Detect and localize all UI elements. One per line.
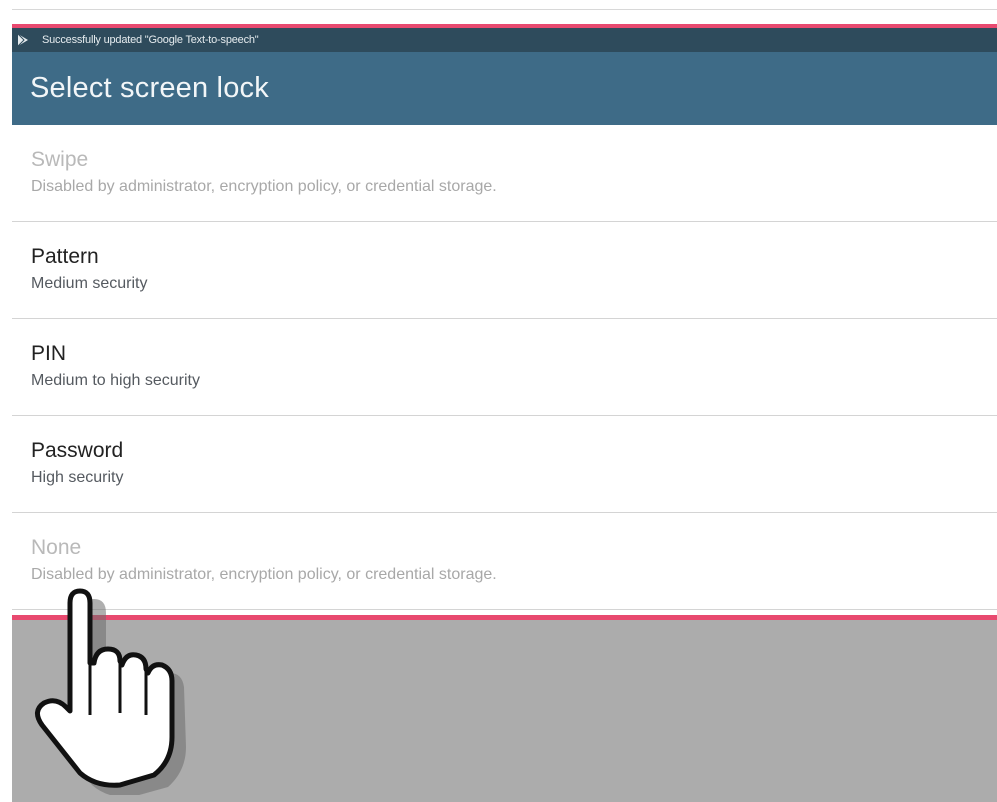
- option-swipe[interactable]: Swipe Disabled by administrator, encrypt…: [12, 125, 997, 222]
- option-title: Password: [31, 439, 124, 462]
- hand-pointer-icon: [22, 585, 187, 798]
- option-summary: Medium to high security: [31, 372, 200, 389]
- option-summary: Disabled by administrator, encryption po…: [31, 178, 497, 195]
- option-summary: High security: [31, 469, 124, 486]
- status-bar: Successfully updated "Google Text-to-spe…: [12, 28, 997, 52]
- option-summary: Disabled by administrator, encryption po…: [31, 566, 497, 583]
- option-summary: Medium security: [31, 275, 148, 292]
- option-pattern[interactable]: Pattern Medium security: [12, 222, 997, 319]
- option-title: Swipe: [31, 148, 89, 171]
- option-title: None: [31, 536, 82, 559]
- option-title: PIN: [31, 342, 67, 365]
- play-store-icon: [16, 33, 30, 47]
- top-strip: [12, 0, 997, 26]
- action-bar: Select screen lock: [12, 52, 997, 125]
- screen-lock-options-list: Swipe Disabled by administrator, encrypt…: [12, 125, 997, 610]
- page-title: Select screen lock: [30, 72, 269, 104]
- notification-text: Successfully updated "Google Text-to-spe…: [42, 34, 259, 46]
- divider: [12, 9, 997, 10]
- option-password[interactable]: Password High security: [12, 416, 997, 513]
- option-pin[interactable]: PIN Medium to high security: [12, 319, 997, 416]
- option-title: Pattern: [31, 245, 99, 268]
